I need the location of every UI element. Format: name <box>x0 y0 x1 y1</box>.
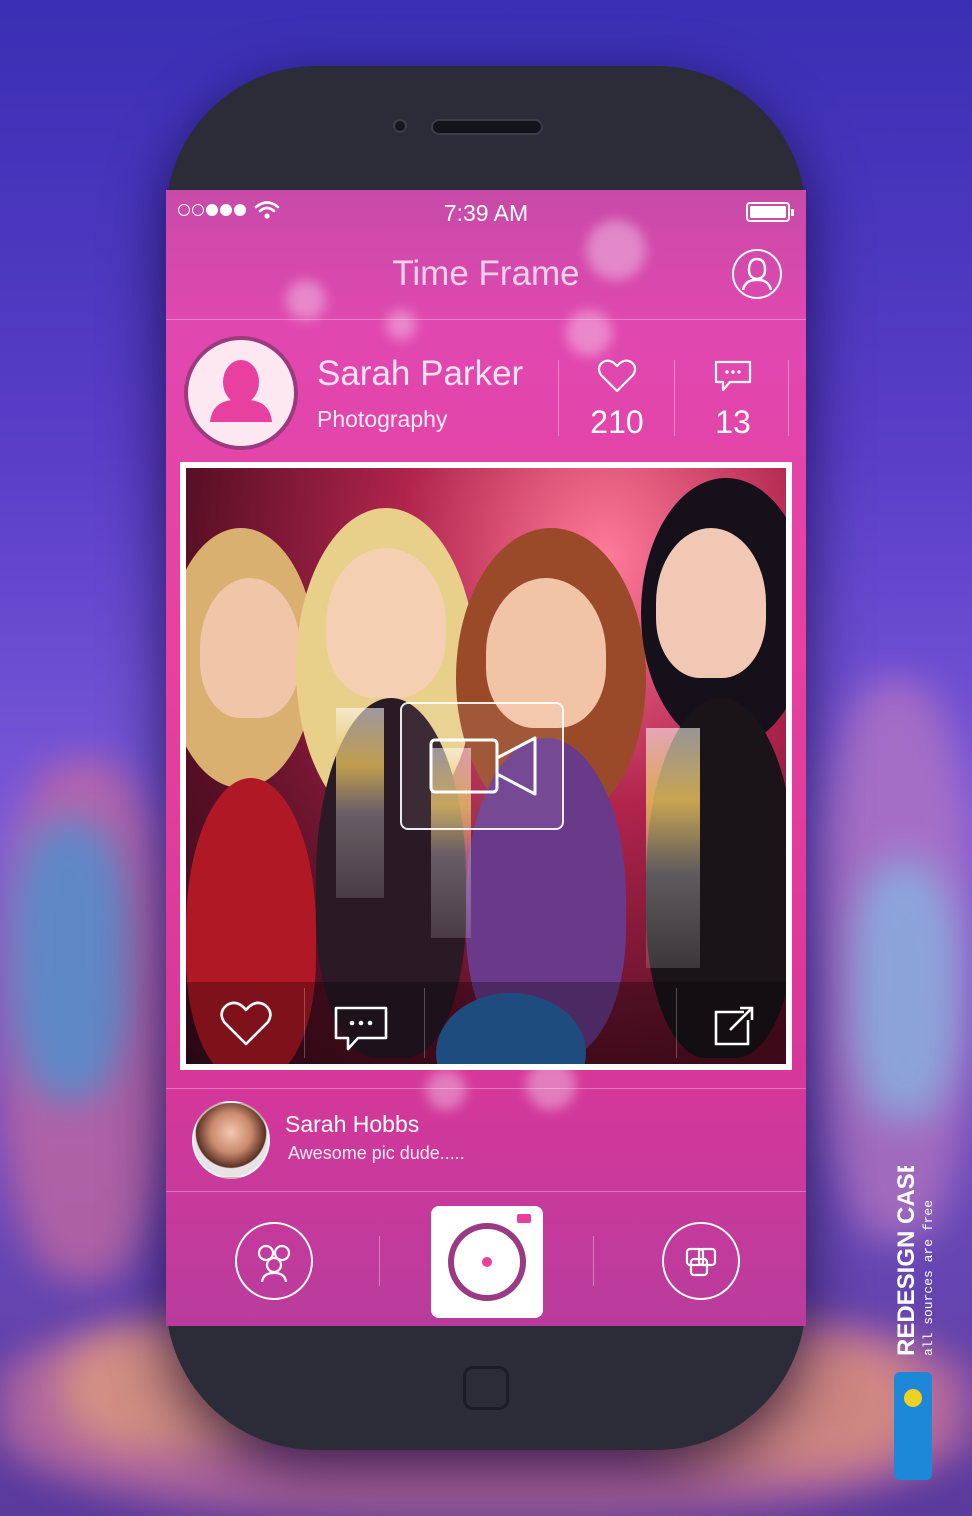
commenter-name[interactable]: Sarah Hobbs <box>285 1111 419 1138</box>
tab-bar <box>166 1194 806 1326</box>
likes-count: 210 <box>590 404 644 440</box>
app-screen: 7:39 AM Time Frame Sarah Parker Photogra… <box>166 190 806 1326</box>
profile-header: Sarah Parker Photography 210 13 <box>166 320 806 460</box>
post-actions-bar <box>186 982 786 1064</box>
comment-icon[interactable] <box>334 1006 388 1052</box>
share-icon[interactable] <box>714 1006 756 1046</box>
post-photo[interactable] <box>186 468 786 1064</box>
tab-friends[interactable] <box>235 1222 313 1300</box>
user-circle-icon <box>741 257 773 291</box>
camera-icon <box>448 1214 531 1301</box>
status-bar: 7:39 AM <box>166 190 806 234</box>
speech-bubble-icon[interactable] <box>714 360 752 394</box>
earpiece-speaker <box>431 119 543 135</box>
user-silhouette-icon <box>210 360 272 422</box>
comment-item[interactable]: Sarah Hobbs Awesome pic dude..... <box>166 1088 806 1192</box>
phone-frame: 7:39 AM Time Frame Sarah Parker Photogra… <box>166 66 806 1450</box>
brand-subtitle: all sources are free <box>921 1200 936 1356</box>
profile-button[interactable] <box>732 249 782 299</box>
brand-logo <box>894 1372 932 1480</box>
like-heart-icon[interactable] <box>218 1000 274 1048</box>
status-time: 7:39 AM <box>443 200 529 226</box>
nav-title: Time Frame <box>392 254 580 293</box>
profile-category[interactable]: Photography <box>317 406 447 433</box>
video-camera-icon <box>429 736 537 796</box>
capture-button[interactable] <box>431 1206 543 1318</box>
nav-bar: Time Frame <box>166 234 806 320</box>
post-card <box>180 462 792 1070</box>
profile-name: Sarah Parker <box>317 354 524 393</box>
tab-gallery[interactable] <box>662 1222 740 1300</box>
commenter-avatar[interactable] <box>192 1101 270 1179</box>
comment-text: Awesome pic dude..... <box>288 1143 465 1163</box>
comments-count: 13 <box>715 404 751 440</box>
brand-watermark: REDESIGN CASE all sources are free <box>886 1157 946 1486</box>
play-video-button[interactable] <box>400 702 564 830</box>
front-camera <box>393 119 407 133</box>
home-button[interactable] <box>463 1366 509 1410</box>
group-icon <box>257 1244 291 1283</box>
layers-icon <box>685 1247 717 1277</box>
battery-icon <box>746 202 794 222</box>
heart-icon[interactable] <box>597 358 637 394</box>
profile-avatar[interactable] <box>184 336 298 450</box>
brand-title: REDESIGN CASE <box>893 1166 920 1356</box>
